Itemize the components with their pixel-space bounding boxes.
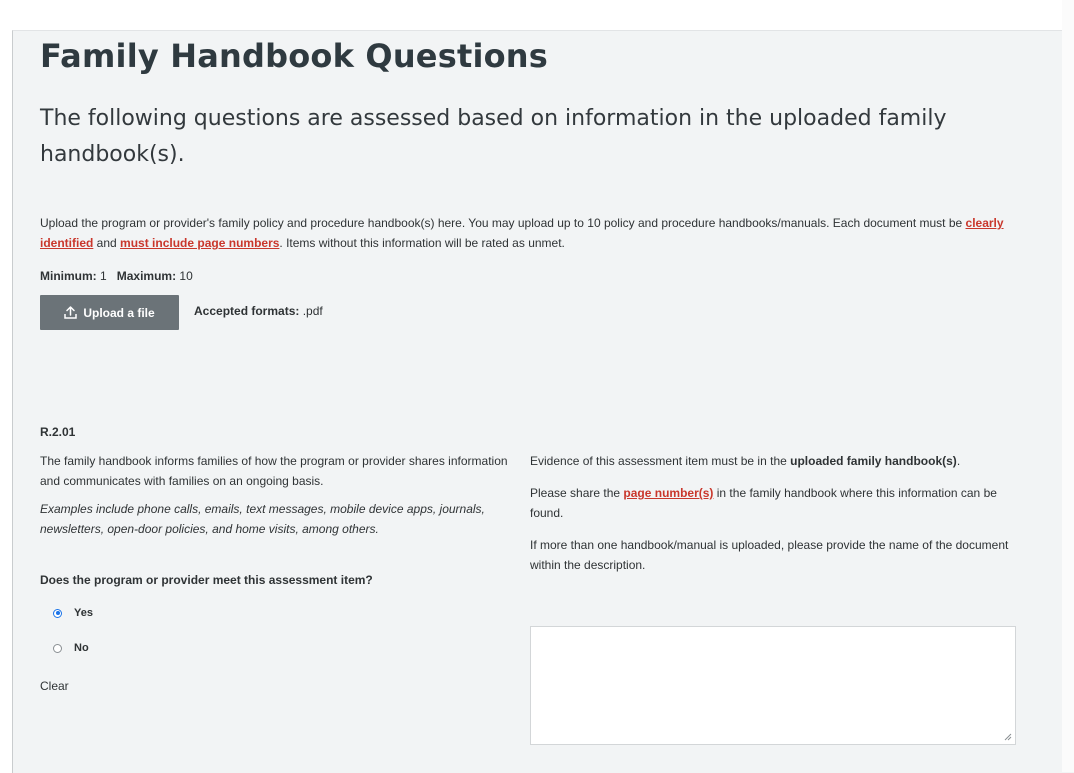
assessment-item-id: R.2.01	[40, 425, 76, 439]
radio-option-no[interactable]: No	[53, 642, 89, 654]
share-text-1: Please share the	[530, 486, 624, 500]
assessment-question: Does the program or provider meet this a…	[40, 573, 373, 587]
evidence-text-2: .	[956, 454, 961, 468]
window-edge	[1062, 0, 1074, 772]
item-description-column: The family handbook informs families of …	[40, 451, 526, 539]
page-number-request: Please share the page number(s) in the f…	[530, 483, 1020, 523]
upload-file-button[interactable]: Upload a file	[40, 295, 179, 330]
accepted-formats: Accepted formats: .pdf	[194, 304, 323, 318]
minimum-label: Minimum:	[40, 269, 97, 283]
upload-instructions-text-3: . Items without this information will be…	[279, 236, 565, 250]
upload-instructions-text-1: Upload the program or provider's family …	[40, 216, 966, 230]
multiple-handbook-note: If more than one handbook/manual is uplo…	[530, 538, 1009, 572]
page-numbers-link[interactable]: must include page numbers	[120, 236, 279, 250]
upload-instructions: Upload the program or provider's family …	[40, 213, 1040, 253]
accepted-formats-value: .pdf	[302, 304, 323, 318]
accepted-formats-label: Accepted formats:	[194, 304, 300, 318]
page-subtitle: The following questions are assessed bas…	[40, 106, 947, 167]
resize-grip-icon[interactable]	[1004, 733, 1012, 741]
item-examples: Examples include phone calls, emails, te…	[40, 502, 485, 536]
page-title: Family Handbook Questions	[40, 37, 549, 75]
radio-yes-label: Yes	[74, 607, 93, 619]
upload-button-label: Upload a file	[83, 305, 155, 320]
maximum-label: Maximum:	[116, 269, 177, 283]
evidence-column: Evidence of this assessment item must be…	[530, 451, 1020, 575]
page-numbers-help-link[interactable]: page number(s)	[623, 486, 713, 500]
file-count-limits: Minimum: 1 Maximum: 10	[40, 269, 193, 283]
radio-option-yes[interactable]: Yes	[53, 607, 93, 619]
item-description: The family handbook informs families of …	[40, 454, 508, 488]
maximum-value: 10	[179, 269, 193, 283]
evidence-text-1: Evidence of this assessment item must be…	[530, 454, 791, 468]
radio-no-label: No	[74, 642, 89, 654]
upload-icon	[64, 306, 78, 319]
evidence-bold-text: uploaded family handbook(s)	[790, 454, 957, 468]
upload-instructions-text-2: and	[93, 236, 121, 250]
page-number-response-field[interactable]	[530, 626, 1016, 745]
radio-no-button[interactable]	[53, 643, 62, 653]
form-panel: Family Handbook Questions The following …	[12, 30, 1074, 773]
evidence-note: Evidence of this assessment item must be…	[530, 451, 1020, 471]
radio-yes-button[interactable]	[53, 608, 62, 618]
clear-selection-link[interactable]: Clear	[40, 679, 69, 693]
minimum-value: 1	[100, 269, 107, 283]
